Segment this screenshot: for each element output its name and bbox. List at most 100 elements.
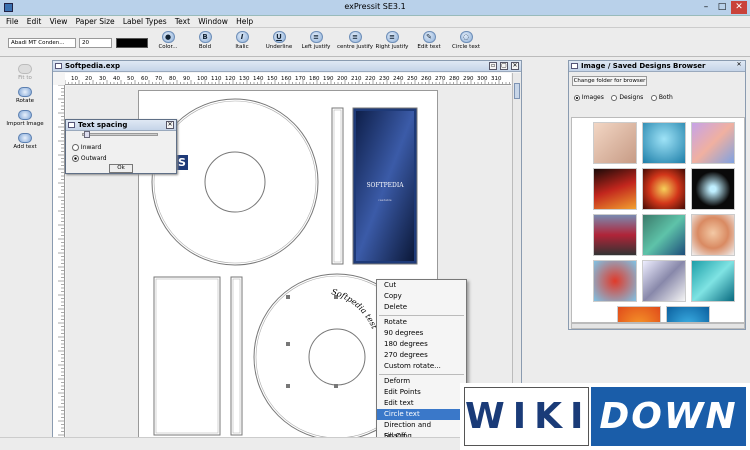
menu-item-edit-text[interactable]: Edit text <box>377 398 466 409</box>
edit-text-label: Edit text <box>417 44 441 50</box>
add-text-label: Add text <box>13 144 37 150</box>
spacing-slider-thumb[interactable] <box>84 131 90 138</box>
maximize-button[interactable]: □ <box>716 1 728 14</box>
menu-item-copy[interactable]: Copy <box>377 291 466 302</box>
add-text-button[interactable]: Add text <box>3 133 47 150</box>
menu-paper-size[interactable]: Paper Size <box>76 16 115 28</box>
thumbnail-image[interactable] <box>691 260 735 302</box>
ruler-number: 150 <box>267 76 278 82</box>
thumbnail-image[interactable] <box>691 214 735 256</box>
right-justify-label: Right justify <box>375 44 409 50</box>
font-size-value: 20 <box>82 40 89 46</box>
dialog-title: Text spacing <box>78 121 128 129</box>
ruler-number: 240 <box>393 76 404 82</box>
left-justify-label: Left justify <box>301 44 331 50</box>
menu-separator <box>379 373 464 375</box>
thumbnail-image[interactable] <box>691 168 735 210</box>
color-button[interactable]: ● Color... <box>148 31 188 50</box>
inward-radio-row[interactable]: Inward <box>72 144 101 151</box>
ruler-number: 270 <box>435 76 446 82</box>
browser-horizontal-scrollbar[interactable] <box>571 323 745 329</box>
menu-item-rotate[interactable]: Rotate <box>377 317 466 328</box>
cd-label-bottom-hole <box>308 328 366 386</box>
menu-item-direction-spacing[interactable]: Direction and Spacing... <box>377 420 466 440</box>
menu-item-edit-points[interactable]: Edit Points <box>377 387 466 398</box>
cd-label-top-hole <box>204 151 266 213</box>
outward-radio[interactable] <box>72 155 79 162</box>
menu-window[interactable]: Window <box>198 16 228 28</box>
font-size-select[interactable]: 20 <box>79 38 112 48</box>
thumbnail-image[interactable] <box>593 168 637 210</box>
menu-view[interactable]: View <box>50 16 68 28</box>
thumbnail-image[interactable] <box>593 214 637 256</box>
inward-radio[interactable] <box>72 144 79 151</box>
menu-item-circle-text[interactable]: Circle text <box>377 409 466 421</box>
vertical-scroll-thumb[interactable] <box>514 83 520 99</box>
menu-label-types[interactable]: Label Types <box>123 16 167 28</box>
font-select-value: Abadi MT Conden... <box>11 40 65 46</box>
import-image-button[interactable]: Import Image <box>3 110 47 127</box>
minimize-button[interactable]: – <box>698 1 714 14</box>
ok-button[interactable]: Ok <box>109 164 133 173</box>
menu-item-270[interactable]: 270 degrees <box>377 350 466 361</box>
circle-text-button[interactable]: ◌ Circle text <box>446 31 486 50</box>
thumbnail-image[interactable] <box>691 122 735 164</box>
browser-icon <box>571 63 578 69</box>
menu-item-180[interactable]: 180 degrees <box>377 339 466 350</box>
designs-radio[interactable] <box>611 94 618 101</box>
close-button[interactable]: ✕ <box>731 1 747 14</box>
right-justify-button[interactable]: ≡ Right justify <box>372 31 412 50</box>
menu-edit[interactable]: Edit <box>27 16 42 28</box>
ruler-number: 160 <box>281 76 292 82</box>
bold-button[interactable]: B Bold <box>185 31 225 50</box>
text-spacing-titlebar: Text spacing ✕ <box>66 120 176 131</box>
spacing-slider-track[interactable] <box>82 133 158 136</box>
thumbnail-image[interactable] <box>617 306 661 322</box>
ruler-number: 200 <box>337 76 348 82</box>
thumbnail-image[interactable] <box>642 122 686 164</box>
ruler-number: 230 <box>379 76 390 82</box>
outward-radio-row[interactable]: Outward <box>72 155 107 162</box>
menu-file[interactable]: File <box>6 16 19 28</box>
thumbnail-image[interactable] <box>666 306 710 322</box>
thumbnail-image[interactable] <box>642 260 686 302</box>
edit-text-button[interactable]: ✎ Edit text <box>409 31 449 50</box>
centre-justify-button[interactable]: ≡ centre justify <box>333 31 377 50</box>
ruler-number: 20 <box>85 76 92 82</box>
menu-item-custom-rotate[interactable]: Custom rotate... <box>377 361 466 372</box>
color-swatch[interactable] <box>116 38 148 48</box>
underline-button[interactable]: U Underline <box>259 31 299 50</box>
rotate-button[interactable]: Rotate <box>3 87 47 104</box>
both-radio[interactable] <box>650 94 657 101</box>
thumbnail-image[interactable] <box>593 122 637 164</box>
left-justify-icon: ≡ <box>309 31 323 43</box>
document-restore-icon[interactable]: ▫ <box>489 62 497 70</box>
horizontal-ruler-ticks: 10 20 30 40 50 60 70 80 90 100 110 120 130 140 150 160 1… <box>65 76 510 84</box>
font-select[interactable]: Abadi MT Conden... <box>8 38 76 48</box>
document-maximize-icon[interactable]: ▢ <box>500 62 508 70</box>
fit-to-button[interactable]: Fit to <box>3 64 47 81</box>
thumbnail-image[interactable] <box>642 168 686 210</box>
fit-to-icon <box>18 64 32 74</box>
watermark-right-text: DOWN <box>591 387 746 446</box>
thumbnail-image[interactable] <box>593 260 637 302</box>
menu-text[interactable]: Text <box>175 16 190 28</box>
menu-item-delete[interactable]: Delete <box>377 302 466 313</box>
edit-text-icon: ✎ <box>422 31 436 43</box>
menu-item-90[interactable]: 90 degrees <box>377 328 466 339</box>
italic-button[interactable]: I Italic <box>222 31 262 50</box>
left-justify-button[interactable]: ≡ Left justify <box>296 31 336 50</box>
menu-item-deform[interactable]: Deform <box>377 376 466 387</box>
change-folder-button[interactable]: Change folder for browser <box>572 76 647 86</box>
menu-help[interactable]: Help <box>236 16 253 28</box>
import-image-label: Import Image <box>6 121 44 127</box>
menu-item-cut[interactable]: Cut <box>377 280 466 291</box>
browser-close-icon[interactable]: ✕ <box>735 62 743 70</box>
ruler-number: 140 <box>253 76 264 82</box>
document-close-icon[interactable]: ✕ <box>511 62 519 70</box>
images-radio[interactable] <box>574 94 580 101</box>
dialog-close-icon[interactable]: ✕ <box>166 121 174 129</box>
thumbnail-image[interactable] <box>642 214 686 256</box>
menu-bar: File Edit View Paper Size Label Types Te… <box>0 16 750 28</box>
selection-handle <box>286 295 290 299</box>
